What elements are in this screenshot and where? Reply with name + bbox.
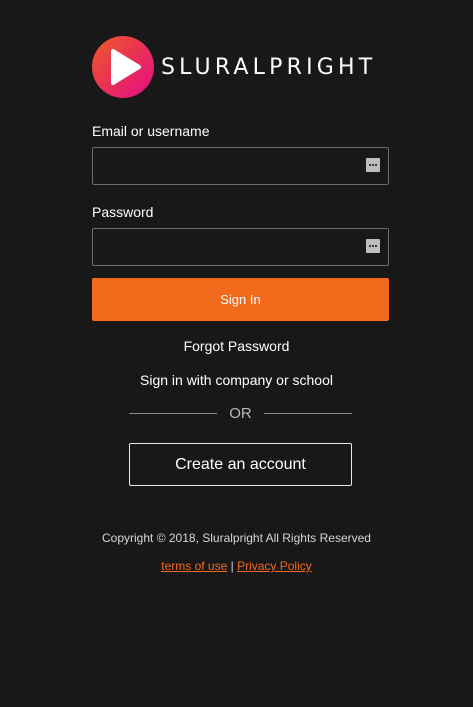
brand-logo: SLURALPRIGHT	[92, 36, 376, 98]
sign-in-button[interactable]: Sign In	[92, 278, 389, 321]
brand-name: SLURALPRIGHT	[161, 54, 377, 80]
password-field-wrapper	[92, 228, 389, 266]
password-manager-key-icon[interactable]	[366, 158, 380, 172]
password-field[interactable]	[93, 229, 353, 263]
play-icon	[92, 36, 154, 98]
login-page: SLURALPRIGHT Email or username Password …	[0, 0, 473, 707]
email-label: Email or username	[92, 123, 210, 139]
company-signin-link[interactable]: Sign in with company or school	[0, 372, 473, 388]
copyright-text: Copyright © 2018, Sluralpright All Right…	[102, 531, 371, 545]
footer-links: terms of use | Privacy Policy	[0, 559, 473, 573]
footer-separator: |	[230, 559, 234, 573]
create-account-button[interactable]: Create an account	[129, 443, 352, 486]
email-field[interactable]	[93, 148, 353, 182]
email-field-wrapper	[92, 147, 389, 185]
password-manager-key-icon[interactable]	[366, 239, 380, 253]
password-label: Password	[92, 204, 154, 220]
forgot-password-link[interactable]: Forgot Password	[0, 338, 473, 354]
terms-of-use-link[interactable]: terms of use	[161, 559, 227, 573]
or-divider: OR	[129, 405, 352, 423]
privacy-policy-link[interactable]: Privacy Policy	[237, 559, 312, 573]
divider-line-right	[264, 413, 352, 414]
